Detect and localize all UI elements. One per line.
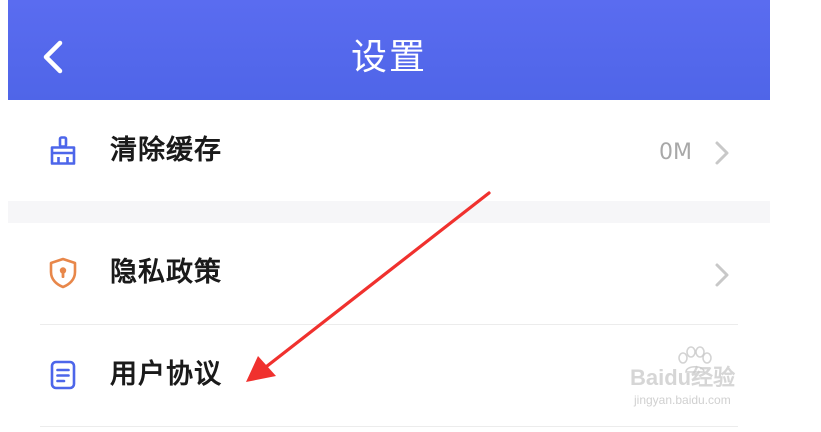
watermark-url: jingyan.baidu.com [634, 393, 731, 407]
privacy-policy-row[interactable]: 隐私政策 [8, 223, 770, 323]
clear-cache-label: 清除缓存 [110, 135, 222, 166]
watermark: Baidu经验 jingyan.baidu.com [628, 346, 788, 416]
cache-size-value: 0M [659, 140, 692, 165]
user-agreement-label: 用户协议 [110, 359, 222, 390]
shield-lock-icon [46, 256, 80, 290]
header-bar: 设置 [8, 0, 770, 100]
privacy-policy-label: 隐私政策 [110, 257, 222, 288]
watermark-brand: Baidu经验 [630, 365, 736, 390]
broom-icon [46, 134, 80, 168]
document-icon [46, 358, 80, 392]
page-title: 设置 [350, 37, 427, 78]
row-divider [40, 426, 738, 427]
clear-cache-row[interactable]: 清除缓存 0M [8, 101, 770, 201]
chevron-right-icon [712, 260, 732, 290]
chevron-right-icon [712, 138, 732, 168]
section-gap [8, 201, 770, 223]
